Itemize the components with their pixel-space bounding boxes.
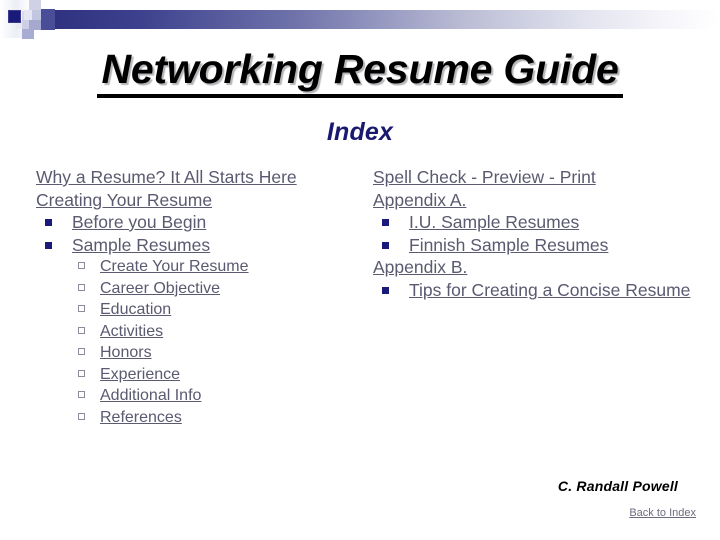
index-list-left: Why a Resume? It All Starts Here Creatin… [36,166,365,428]
index-entry-label[interactable]: References [100,409,182,426]
index-columns: Why a Resume? It All Starts Here Creatin… [0,166,720,428]
index-entry[interactable]: Tips for Creating a Concise Resume [373,279,720,302]
index-entry-label[interactable]: Honors [100,344,152,361]
index-entry[interactable]: Spell Check - Preview - Print [373,166,720,189]
header-decoration [0,0,720,48]
index-entry[interactable]: Why a Resume? It All Starts Here [36,166,365,189]
index-entry-label[interactable]: Appendix A. [373,190,466,210]
decor-square-lavender [22,29,34,39]
index-entry[interactable]: Appendix A. [373,189,720,212]
index-column-left: Why a Resume? It All Starts Here Creatin… [0,166,365,428]
index-entry[interactable]: Create Your Resume [36,256,365,278]
title-area: Networking Resume Guide [0,47,720,99]
page-title: Networking Resume Guide [97,47,623,99]
slide-canvas: Networking Resume Guide Index Why a Resu… [0,0,720,540]
index-entry-label[interactable]: Sample Resumes [72,235,210,255]
decor-square-mid-b [24,10,32,20]
page-subtitle: Index [326,118,394,146]
index-entry-label[interactable]: I.U. Sample Resumes [409,212,579,232]
index-column-right: Spell Check - Preview - Print Appendix A… [365,166,720,301]
index-entry-label[interactable]: Experience [100,366,180,383]
index-entry[interactable]: References [36,407,365,429]
index-entry-label[interactable]: Create Your Resume [100,258,249,275]
back-to-index-link[interactable]: Back to Index [629,507,696,519]
decor-square-blue-tall [41,9,55,30]
index-entry[interactable]: Honors [36,342,365,364]
index-entry[interactable]: Education [36,299,365,321]
author-name: C. Randall Powell [557,478,678,494]
index-entry[interactable]: Appendix B. [373,256,720,279]
index-entry[interactable]: Experience [36,364,365,386]
index-list-right: Spell Check - Preview - Print Appendix A… [373,166,720,301]
index-entry-label[interactable]: Spell Check - Preview - Print [373,167,596,187]
index-entry-label[interactable]: Tips for Creating a Concise Resume [409,280,690,300]
index-entry[interactable]: Sample Resumes [36,234,365,257]
subtitle-area: Index [0,118,720,147]
index-entry[interactable]: Additional Info [36,385,365,407]
header-gradient-bar [36,10,720,29]
index-entry-label[interactable]: Education [100,301,171,318]
index-entry-label[interactable]: Why a Resume? It All Starts Here [36,167,297,187]
index-entry[interactable]: Career Objective [36,278,365,300]
decor-square-grid-side [22,20,29,29]
index-entry-label[interactable]: Creating Your Resume [36,190,212,210]
index-entry-label[interactable]: Additional Info [100,387,201,404]
index-entry-label[interactable]: Finnish Sample Resumes [409,235,608,255]
index-entry[interactable]: Activities [36,321,365,343]
index-entry-label[interactable]: Career Objective [100,280,220,297]
index-entry[interactable]: I.U. Sample Resumes [373,211,720,234]
index-entry[interactable]: Creating Your Resume [36,189,365,212]
index-entry-label[interactable]: Activities [100,323,163,340]
decor-square-navy [8,10,21,23]
index-entry-label[interactable]: Before you Begin [72,212,206,232]
index-entry[interactable]: Before you Begin [36,211,365,234]
index-entry-label[interactable]: Appendix B. [373,257,467,277]
index-entry[interactable]: Finnish Sample Resumes [373,234,720,257]
